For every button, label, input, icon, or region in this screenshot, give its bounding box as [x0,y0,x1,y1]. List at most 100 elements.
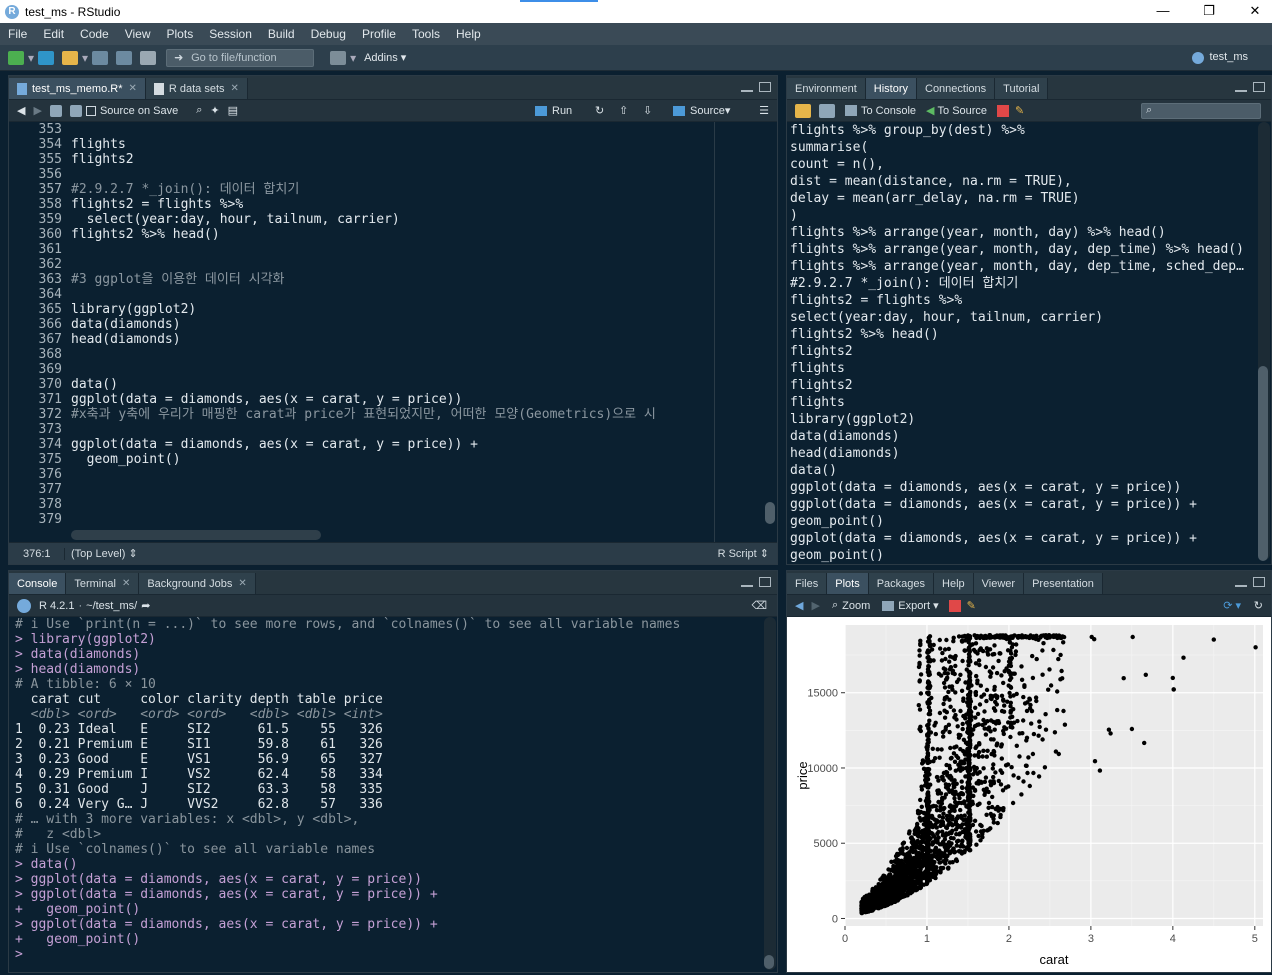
save-file-icon[interactable] [69,104,82,117]
code-line[interactable] [71,122,763,137]
minimize-pane-icon[interactable] [741,88,753,92]
outline-icon[interactable]: ☰ [759,104,769,117]
menu-code[interactable]: Code [72,27,117,41]
previous-plot-icon[interactable]: ◀ [795,599,803,612]
code-line[interactable] [71,512,763,527]
history-entry[interactable]: flights2 [790,377,1255,394]
minimize-pane-icon[interactable] [1235,88,1247,92]
new-file-dropdown-icon[interactable]: ▾ [28,51,34,65]
tab-background-jobs[interactable]: Background Jobs ✕ [139,573,256,594]
history-entry[interactable]: select(year:day, hour, tailnum, carrier) [790,309,1255,326]
source-on-save-checkbox[interactable] [85,105,96,116]
close-window-button[interactable]: ✕ [1232,0,1272,23]
history-list[interactable]: flights %>% group_by(dest) %>% summarise(… [787,122,1255,564]
menu-plots[interactable]: Plots [159,27,202,41]
code-line[interactable]: flights [71,137,763,152]
history-entry[interactable]: flights2 [790,343,1255,360]
next-plot-icon[interactable]: ▶ [811,599,819,612]
code-line[interactable]: select(year:day, hour, tailnum, carrier) [71,212,763,227]
code-line[interactable] [71,242,763,257]
pane-window-controls[interactable] [1235,82,1265,92]
tab-help[interactable]: Help [934,573,974,594]
history-search-input[interactable]: ⌕ [1141,103,1261,119]
tab-test-ms-memo[interactable]: test_ms_memo.R* ✕ [9,78,146,99]
tab-tutorial[interactable]: Tutorial [995,78,1049,99]
to-console-button[interactable]: To Console [845,105,916,117]
history-scrollbar-thumb[interactable] [1258,366,1268,561]
maximize-window-button[interactable]: ❐ [1186,0,1232,23]
workspace-panes-dropdown-icon[interactable]: ▾ [350,51,356,65]
vertical-scrollbar-thumb[interactable] [765,502,775,524]
history-entry[interactable]: flights2 = flights %>% [790,292,1255,309]
code-line[interactable] [71,287,763,302]
refresh-icon[interactable]: ↻ [1254,599,1263,612]
tab-environment[interactable]: Environment [787,78,866,99]
remove-entry-icon[interactable] [997,104,1010,117]
history-entry[interactable]: delay = mean(arr_delay, na.rm = TRUE) [790,190,1255,207]
code-line[interactable]: library(ggplot2) [71,302,763,317]
menu-file[interactable]: File [0,27,35,41]
menu-profile[interactable]: Profile [354,27,404,41]
menu-tools[interactable]: Tools [404,27,448,41]
menu-build[interactable]: Build [260,27,303,41]
code-line[interactable] [71,497,763,512]
workspace-panes-icon[interactable] [330,50,347,65]
code-line[interactable]: #2.9.2.7 *_join(): 데이터 합치기 [71,182,763,197]
tab-terminal[interactable]: Terminal ✕ [66,573,140,594]
history-entry[interactable]: library(ggplot2) [790,411,1255,428]
source-button[interactable]: Source ▾ [673,104,730,117]
menu-help[interactable]: Help [448,27,489,41]
history-entry[interactable]: #2.9.2.7 *_join(): 데이터 합치기 [790,275,1255,292]
compile-report-icon[interactable]: ▤ [228,104,238,117]
print-icon[interactable] [140,50,157,65]
code-line[interactable] [71,422,763,437]
new-file-icon[interactable] [8,50,24,65]
code-line[interactable]: ggplot(data = diamonds, aes(x = carat, y… [71,392,763,407]
code-line[interactable] [71,167,763,182]
tab-viewer[interactable]: Viewer [973,573,1025,594]
forward-icon[interactable]: ▶ [33,104,41,117]
close-tab-icon[interactable]: ✕ [128,83,136,94]
project-menu[interactable]: test_ms [1192,51,1248,64]
publish-icon[interactable]: ⟳ ▾ [1223,599,1241,612]
history-entry[interactable]: flights [790,360,1255,377]
run-button[interactable]: Run [535,105,572,117]
history-entry[interactable]: flights [790,394,1255,411]
scope-selector[interactable]: (Top Level) ⇕ [71,547,138,560]
code-line[interactable]: flights2 %>% head() [71,227,763,242]
history-entry[interactable]: flights %>% arrange(year, month, day, de… [790,258,1255,275]
maximize-pane-icon[interactable] [759,577,771,587]
goto-file-input[interactable]: Go to file/function [166,48,315,67]
close-tab-icon[interactable]: ✕ [122,578,130,589]
code-line[interactable]: flights2 = flights %>% [71,197,763,212]
code-line[interactable]: data() [71,377,763,392]
code-lines[interactable]: flights flights2 #2.9.2.7 *_join(): 데이터 합치… [71,122,763,542]
history-entry[interactable]: geom_point() [790,513,1255,530]
close-tab-icon[interactable]: ✕ [238,578,246,589]
remove-plot-icon[interactable] [948,599,961,612]
history-entry[interactable]: dist = mean(distance, na.rm = TRUE), [790,173,1255,190]
export-button[interactable]: Export ▾ [882,599,939,612]
tab-packages[interactable]: Packages [868,573,935,594]
tab-console[interactable]: Console [9,573,67,594]
tab-r-data-sets[interactable]: R data sets ✕ [145,78,248,99]
pane-window-controls[interactable] [1235,577,1265,587]
save-history-icon[interactable] [819,103,835,118]
history-entry[interactable]: flights2 %>% head() [790,326,1255,343]
close-tab-icon[interactable]: ✕ [231,83,239,94]
menu-session[interactable]: Session [201,27,260,41]
minimize-pane-icon[interactable] [1235,583,1247,587]
clear-console-broom-icon[interactable]: ⌫ [751,599,767,612]
clear-history-broom-icon[interactable]: ✎ [1015,104,1024,117]
pane-window-controls[interactable] [741,82,771,92]
go-up-icon[interactable]: ⇧ [619,104,628,117]
code-line[interactable]: head(diamonds) [71,332,763,347]
history-entry[interactable]: flights %>% arrange(year, month, day) %>… [790,224,1255,241]
history-entry[interactable]: head(diamonds) [790,445,1255,462]
search-icon[interactable]: ⌕ [196,104,202,117]
open-recent-dropdown-icon[interactable]: ▾ [82,51,88,65]
history-entry[interactable]: summarise( [790,139,1255,156]
zoom-button[interactable]: ⌕ Zoom [832,599,870,612]
horizontal-scrollbar[interactable] [71,530,321,540]
maximize-pane-icon[interactable] [1253,577,1265,587]
